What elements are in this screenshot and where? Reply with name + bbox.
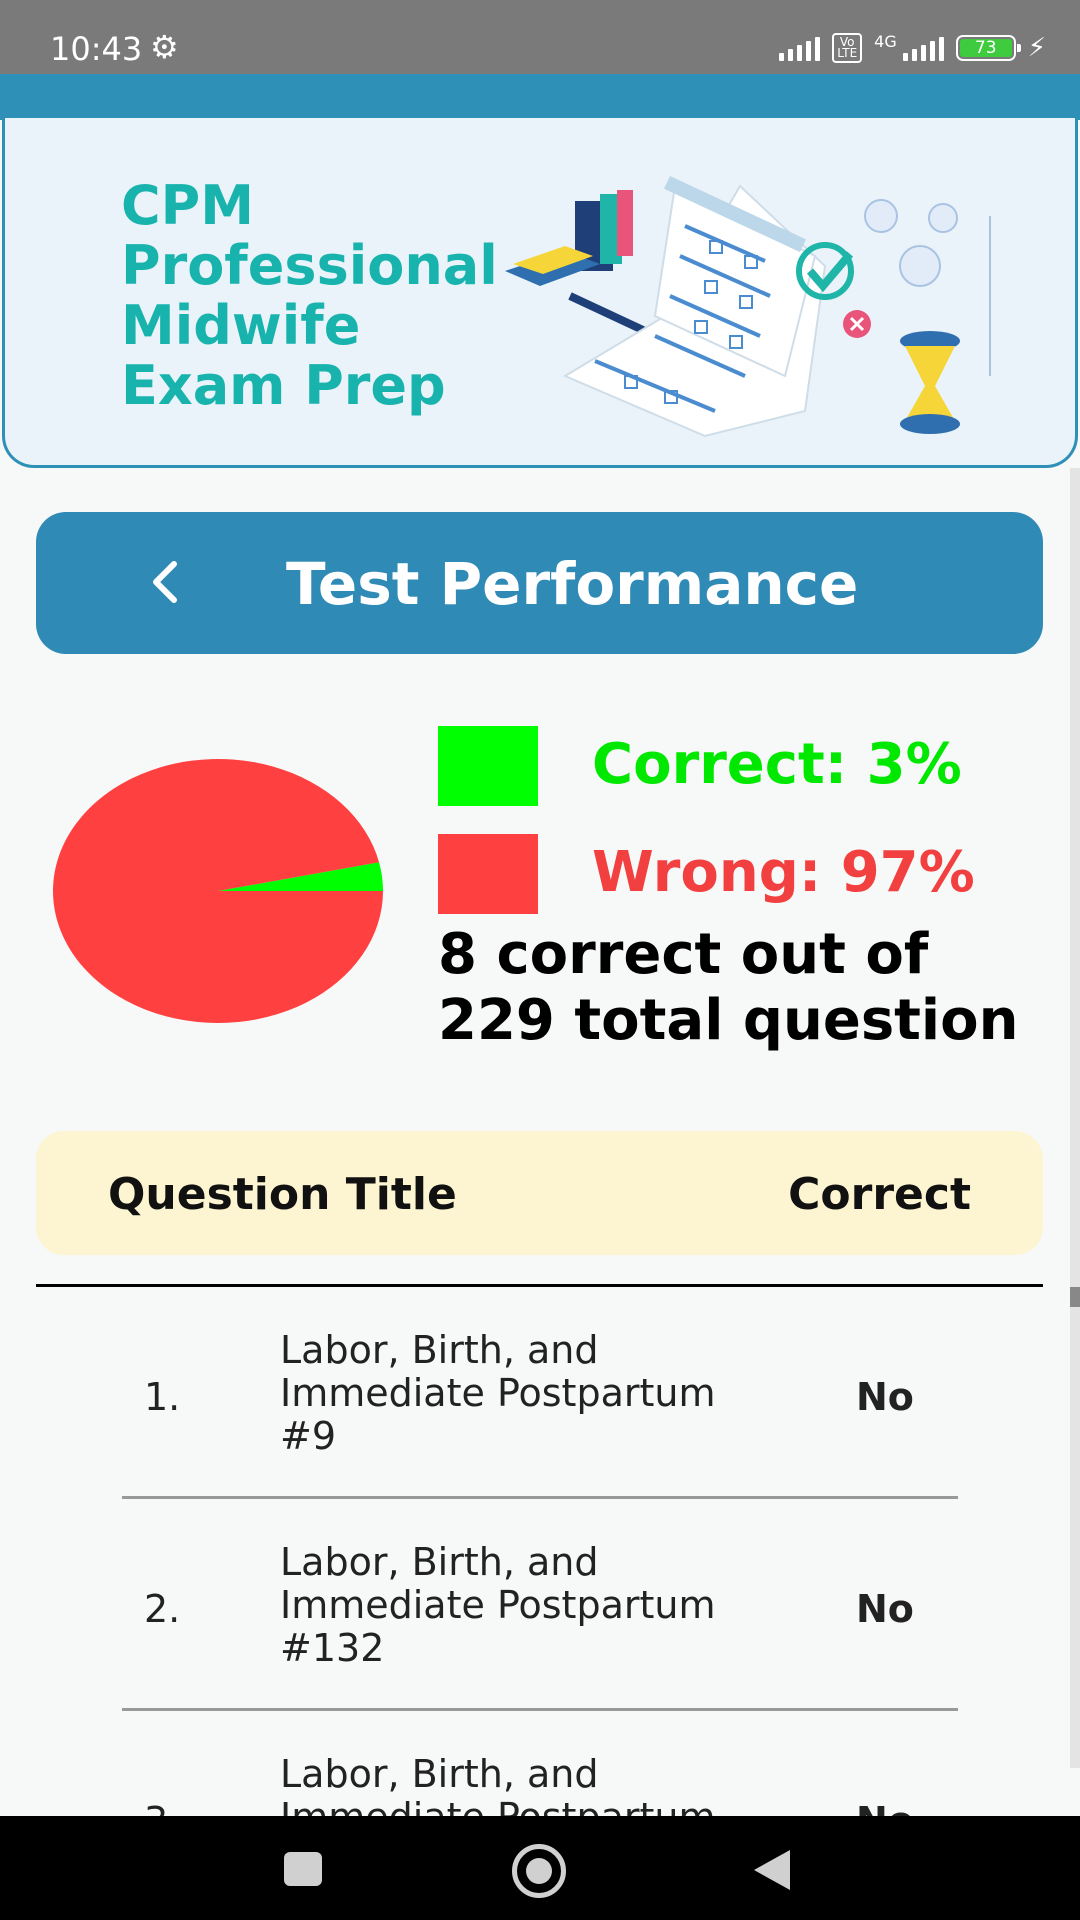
books-icon [505, 190, 633, 286]
correct-legend-label: Correct: 3% [592, 732, 962, 797]
row-title-line: Immediate Postpartum [280, 1371, 716, 1415]
exam-illustration [505, 176, 991, 438]
row-title-line: Labor, Birth, and [280, 1328, 599, 1372]
row-title-line: #132 [280, 1626, 385, 1670]
table-row[interactable]: 2. Labor, Birth, and Immediate Postpartu… [0, 1499, 1080, 1711]
battery-icon: 73 [955, 34, 1021, 61]
chevron-left-icon[interactable] [136, 552, 196, 612]
banner-title-line: Professional [121, 234, 498, 297]
status-icons: Vo LTE 4G 73 ⚡ [779, 32, 1046, 63]
hourglass-icon [900, 331, 960, 434]
column-header-title: Question Title [108, 1169, 457, 1220]
network-type: 4G [874, 32, 897, 51]
column-header-correct: Correct [788, 1169, 971, 1220]
summary-line: 8 correct out of [438, 922, 929, 987]
row-title-line: Immediate Postpartum [280, 1583, 716, 1627]
banner-title-line: CPM [121, 174, 254, 237]
pie-slice-wrong [52, 759, 383, 1023]
page-title: Test Performance [286, 550, 859, 618]
correct-legend-swatch [438, 726, 538, 806]
banner-title: CPM Professional Midwife Exam Prep [121, 176, 541, 416]
volte-icon: Vo LTE [832, 32, 863, 63]
row-correct-value: No [856, 1375, 914, 1419]
row-number: 3. [144, 1799, 180, 1816]
row-question-title: Labor, Birth, and Immediate Postpartum #… [280, 1329, 780, 1458]
signal-icon [779, 35, 821, 61]
battery-level: 73 [959, 38, 1012, 57]
cross-badge-icon [843, 310, 871, 338]
results-pie-chart [52, 759, 383, 1023]
row-number: 2. [144, 1587, 181, 1631]
row-number: 1. [144, 1375, 181, 1419]
charging-icon: ⚡ [1027, 32, 1046, 62]
row-title-line: #9 [280, 1414, 337, 1458]
wrong-legend-label: Wrong: 97% [592, 840, 975, 905]
status-bar: 10:43 ⚙ Vo LTE 4G 73 ⚡ [0, 0, 1080, 74]
circle-icon[interactable] [512, 1844, 566, 1898]
row-title-line: Labor, Birth, and [280, 1752, 599, 1796]
row-title-line: Labor, Birth, and [280, 1540, 599, 1584]
question-list[interactable]: 1. Labor, Birth, and Immediate Postpartu… [0, 1287, 1080, 1816]
table-row[interactable]: 3. Labor, Birth, and Immediate Postpartu… [0, 1711, 1080, 1817]
wrong-legend-swatch [438, 834, 538, 914]
page-header: Test Performance [36, 512, 1043, 654]
triangle-icon[interactable] [754, 1850, 790, 1890]
scrollbar-thumb[interactable] [1070, 1287, 1080, 1307]
signal-icon [902, 35, 944, 61]
row-question-title: Labor, Birth, and Immediate Postpartum #… [280, 1541, 780, 1670]
app-top-bar [0, 74, 1080, 120]
banner-title-line: Exam Prep [121, 354, 446, 417]
row-correct-value: No [856, 1799, 914, 1816]
table-header: Question Title Correct [36, 1131, 1043, 1255]
scrollbar-track[interactable] [1070, 468, 1080, 1768]
square-icon[interactable] [284, 1852, 322, 1886]
gear-icon: ⚙ [150, 29, 179, 65]
system-nav-bar [0, 1816, 1080, 1920]
app-banner: CPM Professional Midwife Exam Prep [2, 118, 1078, 468]
status-time: 10:43 [50, 30, 143, 68]
summary-line: 229 total question [438, 988, 1019, 1053]
row-correct-value: No [856, 1587, 914, 1631]
score-summary: 8 correct out of 229 total question [438, 922, 1018, 1054]
banner-title-line: Midwife [121, 294, 361, 357]
row-title-line: Immediate Postpartum [280, 1796, 780, 1817]
row-question-title: Labor, Birth, and Immediate Postpartum [280, 1752, 780, 1817]
table-row[interactable]: 1. Labor, Birth, and Immediate Postpartu… [0, 1287, 1080, 1499]
